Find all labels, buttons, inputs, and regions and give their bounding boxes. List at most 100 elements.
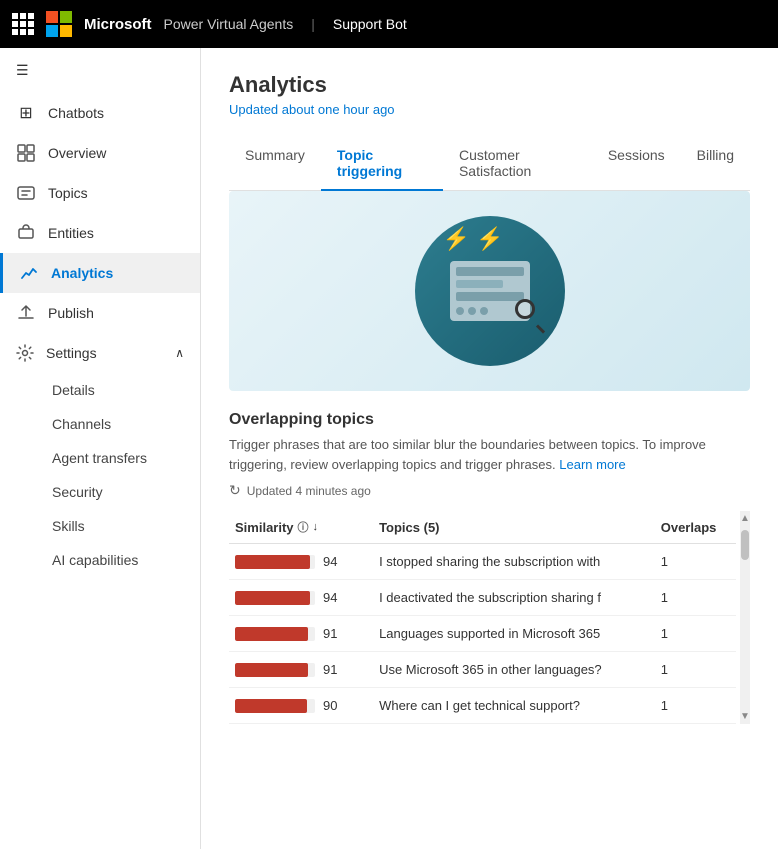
updated-text: Updated 4 minutes ago: [247, 484, 371, 498]
hero-illustration: ⚡ ⚡: [410, 206, 570, 376]
ai-capabilities-label: AI capabilities: [52, 552, 138, 568]
hamburger-icon: ☰: [16, 62, 29, 78]
similarity-value-3: 91: [323, 662, 343, 677]
col-similarity: Similarity ⓘ ↓: [229, 511, 373, 544]
publish-icon: [16, 303, 36, 323]
similarity-bar-fill-1: [235, 591, 310, 605]
col-topics: Topics (5): [373, 511, 655, 544]
sidebar-item-chatbots[interactable]: ⊞ Chatbots: [0, 93, 200, 133]
table-row[interactable]: 90 Where can I get technical support? 1: [229, 688, 736, 724]
cell-overlaps-3: 1: [655, 652, 736, 688]
channels-label: Channels: [52, 416, 111, 432]
sidebar-sub-skills[interactable]: Skills: [0, 509, 200, 543]
similarity-value-4: 90: [323, 698, 343, 713]
sidebar-sub-security[interactable]: Security: [0, 475, 200, 509]
similarity-bar-fill-3: [235, 663, 308, 677]
sidebar-sub-ai-capabilities[interactable]: AI capabilities: [0, 543, 200, 577]
company-name: Microsoft: [84, 16, 152, 33]
nav-separator: |: [311, 16, 315, 32]
sidebar-item-analytics[interactable]: Analytics: [0, 253, 200, 293]
cell-overlaps-0: 1: [655, 544, 736, 580]
cell-similarity-1: 94: [229, 580, 373, 616]
main-content: Analytics Updated about one hour ago Sum…: [201, 48, 778, 849]
analytics-icon: [19, 263, 39, 283]
similarity-bar-fill-4: [235, 699, 307, 713]
page-subtitle: Updated about one hour ago: [229, 102, 750, 117]
hamburger-button[interactable]: ☰: [0, 48, 200, 93]
scroll-up-arrow[interactable]: ▲: [738, 511, 750, 526]
agent-transfers-label: Agent transfers: [52, 450, 147, 466]
scroll-down-arrow[interactable]: ▼: [738, 709, 750, 724]
learn-more-link[interactable]: Learn more: [559, 457, 625, 472]
product-name: Power Virtual Agents: [164, 16, 294, 32]
sidebar-item-topics[interactable]: Topics: [0, 173, 200, 213]
sidebar-item-entities[interactable]: Entities: [0, 213, 200, 253]
skills-label: Skills: [52, 518, 85, 534]
table-row[interactable]: 94 I deactivated the subscription sharin…: [229, 580, 736, 616]
cell-similarity-4: 90: [229, 688, 373, 724]
publish-label: Publish: [48, 305, 94, 321]
tab-summary[interactable]: Summary: [229, 137, 321, 191]
table-row[interactable]: 91 Use Microsoft 365 in other languages?…: [229, 652, 736, 688]
tab-customer-satisfaction[interactable]: Customer Satisfaction: [443, 137, 592, 191]
entities-icon: [16, 223, 36, 243]
entities-label: Entities: [48, 225, 94, 241]
similarity-sort-icon[interactable]: ↓: [313, 521, 319, 533]
section-title: Overlapping topics: [229, 411, 750, 429]
scroll-thumb[interactable]: [741, 530, 749, 560]
chatbots-label: Chatbots: [48, 105, 104, 121]
tab-billing[interactable]: Billing: [681, 137, 750, 191]
security-label: Security: [52, 484, 103, 500]
cell-topic-3[interactable]: Use Microsoft 365 in other languages?: [373, 652, 655, 688]
sidebar-item-settings[interactable]: Settings ∧: [0, 333, 200, 373]
topics-icon: [16, 183, 36, 203]
sidebar-item-overview[interactable]: Overview: [0, 133, 200, 173]
similarity-bar-1: [235, 591, 315, 605]
table-wrapper: Similarity ⓘ ↓ Topics (5) Overlaps: [229, 511, 750, 724]
topics-table: Similarity ⓘ ↓ Topics (5) Overlaps: [229, 511, 736, 724]
similarity-value-2: 91: [323, 626, 343, 641]
grid-menu-icon[interactable]: [12, 13, 34, 35]
sidebar-sub-details[interactable]: Details: [0, 373, 200, 407]
tabs-bar: Summary Topic triggering Customer Satisf…: [229, 137, 750, 191]
section-description: Trigger phrases that are too similar blu…: [229, 435, 750, 474]
tab-topic-triggering[interactable]: Topic triggering: [321, 137, 443, 191]
settings-label: Settings: [46, 345, 97, 361]
sidebar: ☰ ⊞ Chatbots Overview Topics Entities: [0, 48, 201, 849]
cell-topic-1[interactable]: I deactivated the subscription sharing f: [373, 580, 655, 616]
microsoft-logo: [46, 11, 72, 37]
scrollbar-track[interactable]: ▲ ▼: [740, 511, 750, 724]
similarity-bar-fill-2: [235, 627, 308, 641]
topics-label: Topics: [48, 185, 88, 201]
refresh-icon[interactable]: ↻: [229, 482, 241, 499]
topnav: Microsoft Power Virtual Agents | Support…: [0, 0, 778, 48]
bot-name: Support Bot: [333, 16, 407, 32]
sidebar-item-publish[interactable]: Publish: [0, 293, 200, 333]
magnifier-graphic: [515, 299, 545, 329]
overview-icon: [16, 143, 36, 163]
cell-similarity-2: 91: [229, 616, 373, 652]
lightning-icons: ⚡ ⚡: [443, 226, 504, 252]
settings-icon: [16, 343, 34, 363]
updated-row: ↻ Updated 4 minutes ago: [229, 482, 750, 499]
page-title: Analytics: [229, 72, 750, 98]
col-overlaps: Overlaps: [655, 511, 736, 544]
similarity-value-1: 94: [323, 590, 343, 605]
details-label: Details: [52, 382, 95, 398]
cell-topic-2[interactable]: Languages supported in Microsoft 365: [373, 616, 655, 652]
cell-overlaps-4: 1: [655, 688, 736, 724]
settings-chevron-icon: ∧: [175, 346, 184, 360]
sidebar-sub-channels[interactable]: Channels: [0, 407, 200, 441]
similarity-bar-0: [235, 555, 315, 569]
cell-overlaps-2: 1: [655, 616, 736, 652]
similarity-bar-fill-0: [235, 555, 310, 569]
table-row[interactable]: 91 Languages supported in Microsoft 365 …: [229, 616, 736, 652]
cell-topic-4[interactable]: Where can I get technical support?: [373, 688, 655, 724]
sidebar-sub-agent-transfers[interactable]: Agent transfers: [0, 441, 200, 475]
similarity-value-0: 94: [323, 554, 343, 569]
cell-topic-0[interactable]: I stopped sharing the subscription with: [373, 544, 655, 580]
similarity-info-icon[interactable]: ⓘ: [298, 519, 309, 535]
tab-sessions[interactable]: Sessions: [592, 137, 681, 191]
cell-similarity-3: 91: [229, 652, 373, 688]
table-row[interactable]: 94 I stopped sharing the subscription wi…: [229, 544, 736, 580]
